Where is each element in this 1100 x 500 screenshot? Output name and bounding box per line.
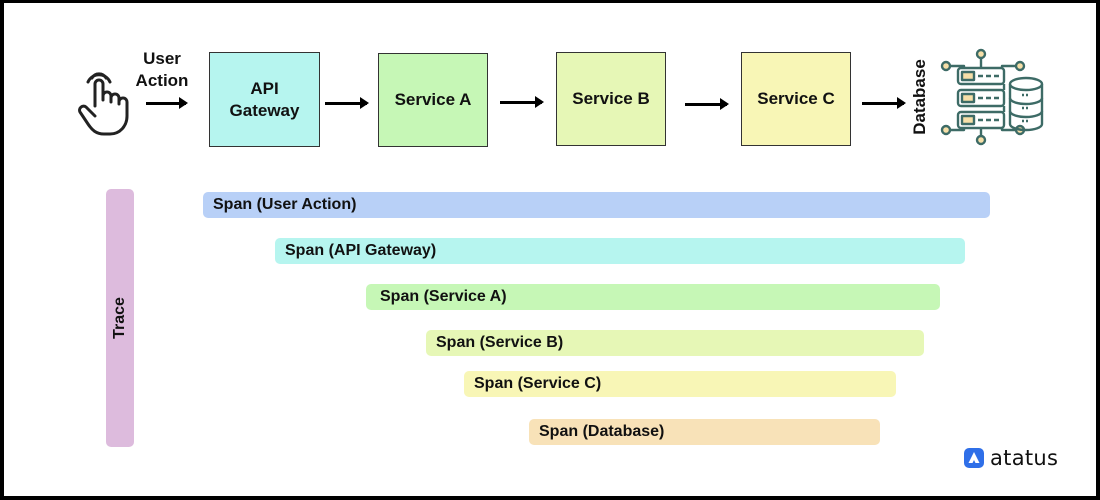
arrow-user-to-gateway [146, 97, 188, 109]
atatus-logo-icon [964, 448, 984, 468]
api-gateway-label: API Gateway [229, 78, 300, 120]
arrow-c-to-database [862, 97, 906, 109]
span-label: Span (API Gateway) [285, 242, 437, 259]
database-server-icon [940, 48, 1044, 146]
span-service-c: Span (Service C) [464, 371, 896, 397]
trace-bar: Trace [106, 189, 134, 447]
service-c-box: Service C [741, 52, 851, 146]
atatus-logo: atatus [964, 446, 1058, 470]
service-c-label: Service C [757, 89, 835, 108]
span-user-action: Span (User Action) [203, 192, 990, 218]
service-b-box: Service B [556, 52, 666, 146]
brand-name: atatus [990, 446, 1059, 470]
span-service-a: Span (Service A) [366, 284, 940, 310]
arrow-a-to-b [500, 96, 544, 108]
trace-label: Trace [111, 297, 128, 339]
service-b-label: Service B [572, 89, 650, 108]
arrow-b-to-c [685, 98, 729, 110]
span-label: Span (Service A) [380, 288, 507, 305]
service-a-label: Service A [394, 90, 472, 109]
arrow-gateway-to-a [325, 97, 369, 109]
span-label: Span (User Action) [213, 196, 357, 213]
span-service-b: Span (Service B) [426, 330, 924, 356]
span-label: Span (Service C) [474, 375, 602, 392]
database-label: Database [910, 59, 929, 135]
api-gateway-box: API Gateway [209, 52, 320, 147]
span-label: Span (Service B) [436, 334, 564, 351]
service-a-box: Service A [378, 53, 488, 147]
span-database: Span (Database) [529, 419, 880, 445]
span-label: Span (Database) [539, 423, 665, 440]
user-action-label: User Action [135, 49, 189, 90]
hand-pointer-icon [78, 72, 129, 136]
span-api-gateway: Span (API Gateway) [275, 238, 965, 264]
